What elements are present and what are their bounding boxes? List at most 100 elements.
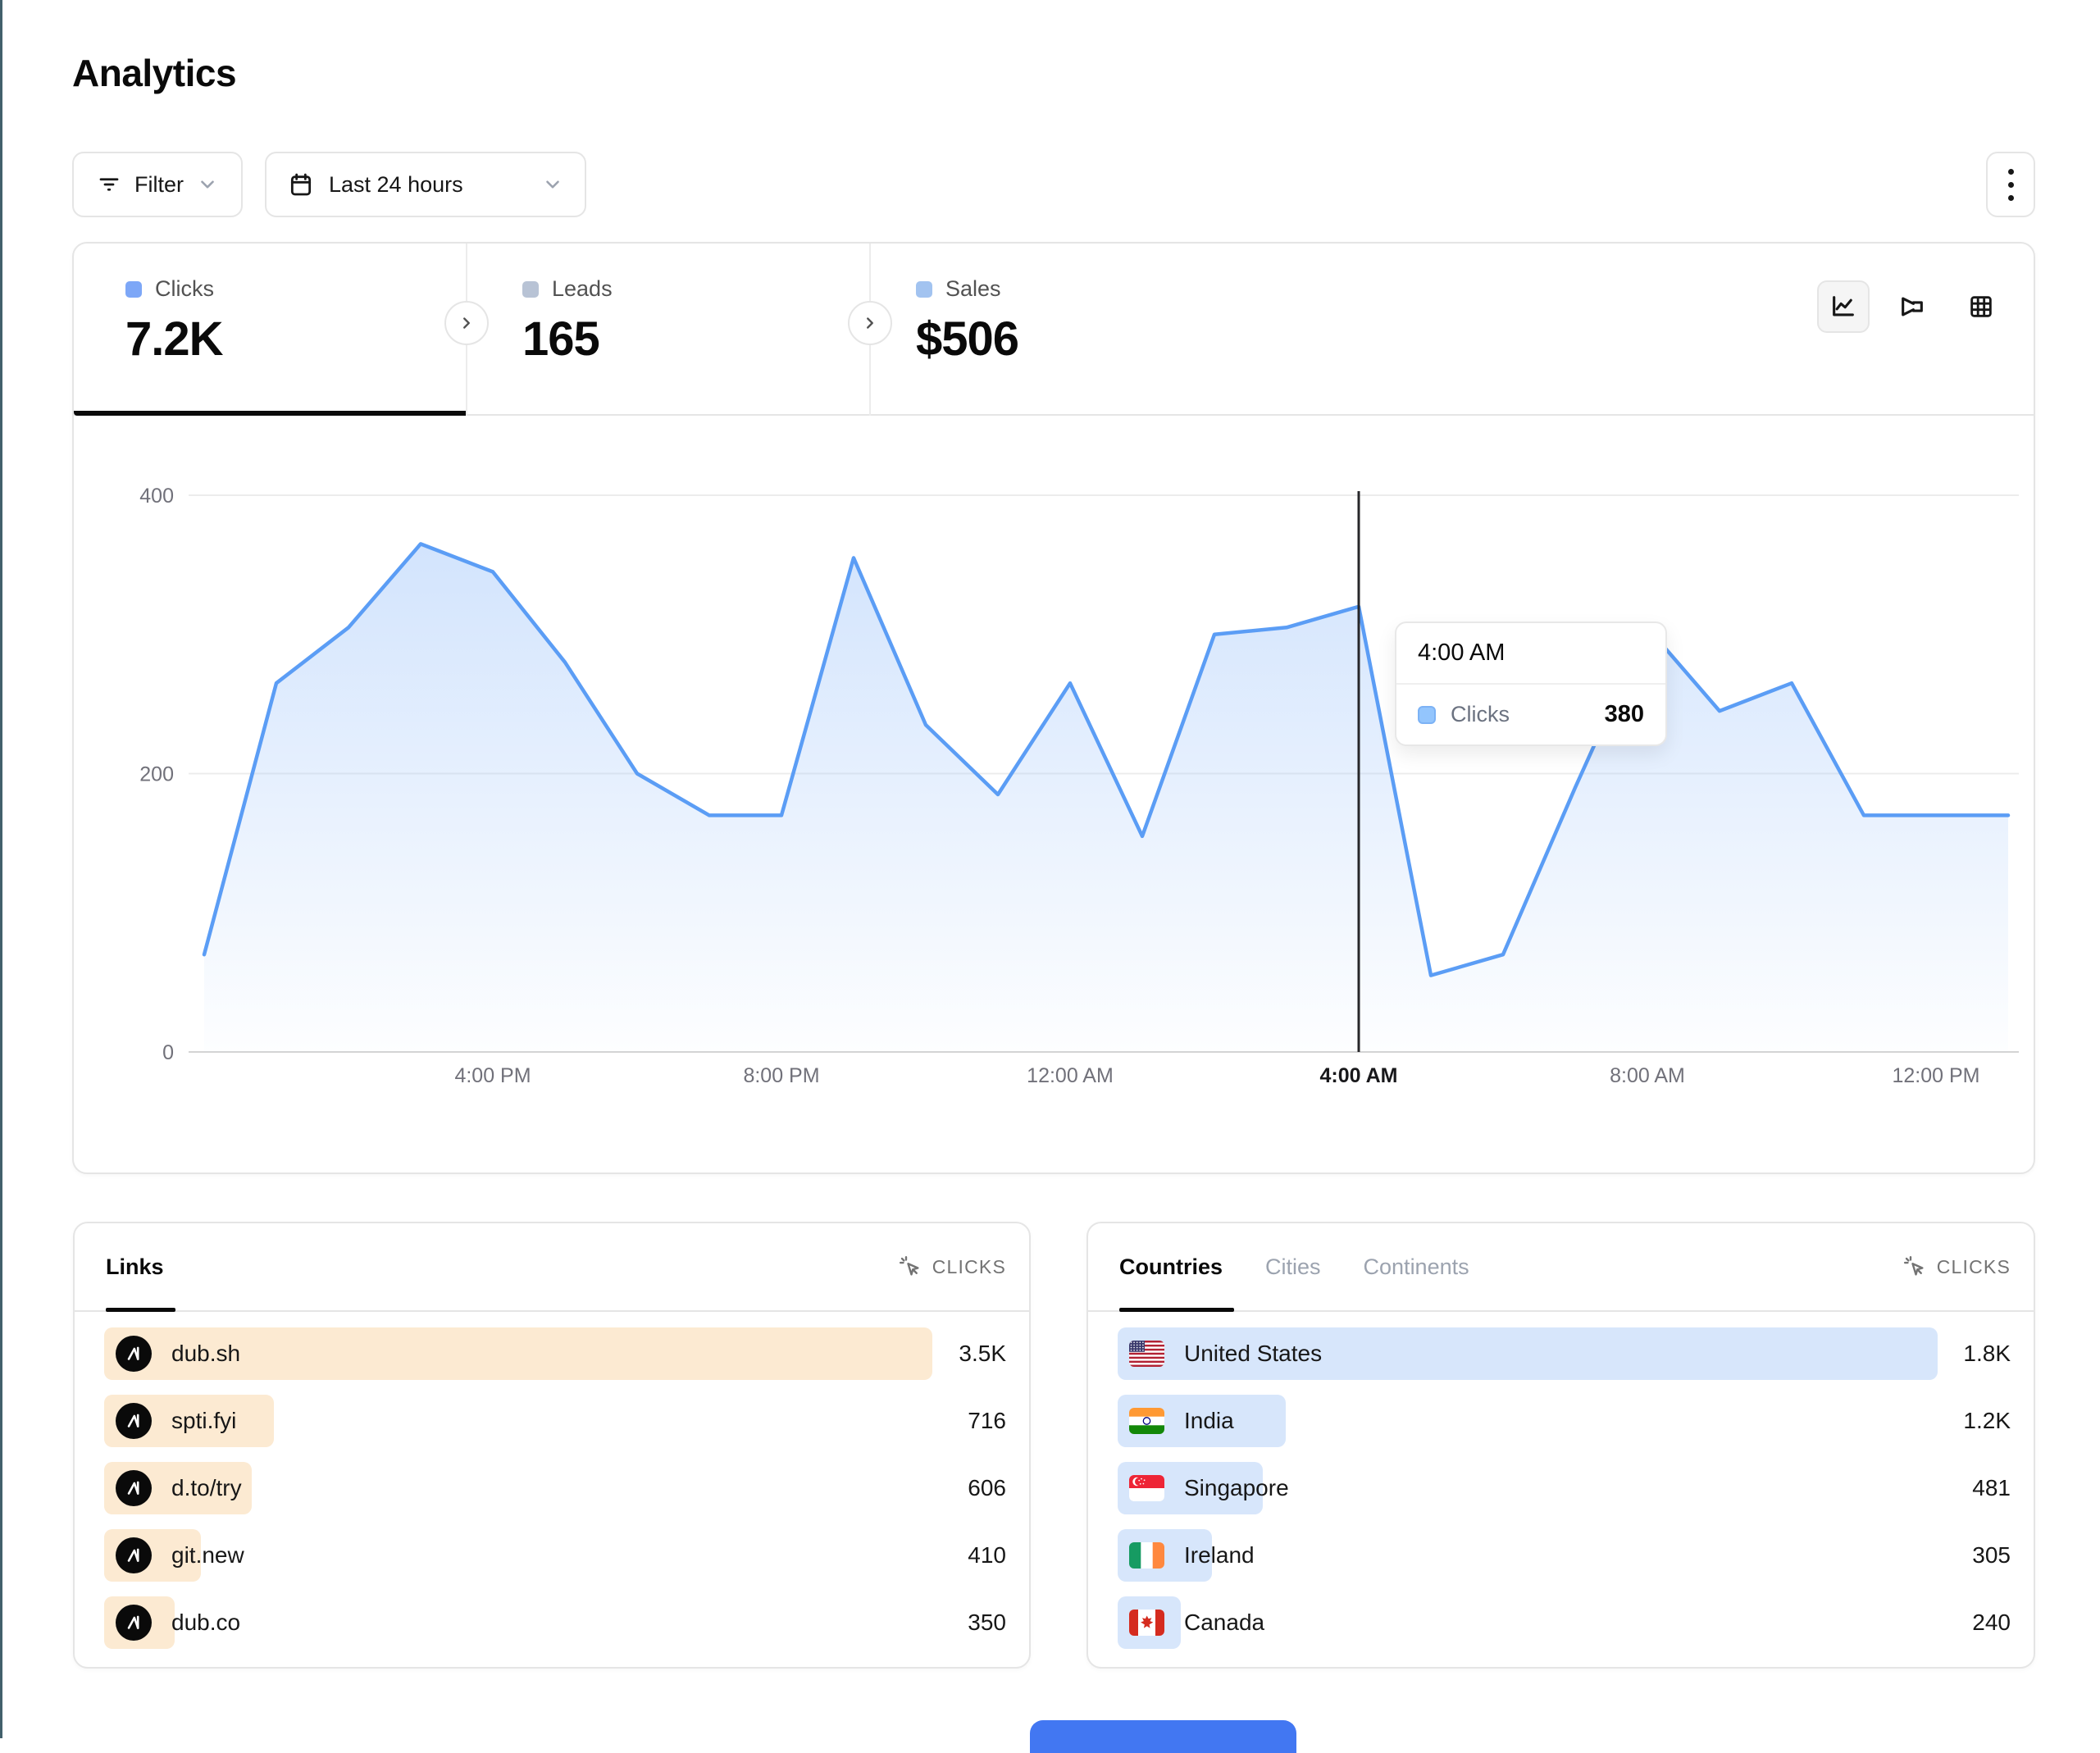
row-label: dub.co bbox=[171, 1610, 240, 1636]
row-value: 410 bbox=[968, 1529, 1006, 1582]
chart-style-switcher bbox=[1817, 280, 2007, 333]
page-title: Analytics bbox=[72, 51, 236, 95]
expand-leads-button[interactable] bbox=[444, 301, 489, 345]
x-axis-tick: 8:00 PM bbox=[743, 1064, 819, 1087]
row-value: 1.8K bbox=[1963, 1327, 2011, 1380]
kebab-dot bbox=[2008, 182, 2014, 188]
chevron-right-icon bbox=[861, 314, 879, 332]
dub-logo-icon bbox=[116, 1605, 152, 1641]
chevron-right-icon bbox=[458, 314, 476, 332]
list-item[interactable]: United States1.8K bbox=[1088, 1327, 2034, 1380]
tab-continents[interactable]: Continents bbox=[1364, 1223, 1469, 1310]
date-range-button[interactable]: Last 24 hours bbox=[265, 152, 586, 217]
row-label: spti.fyi bbox=[171, 1408, 236, 1434]
row-value: 1.2K bbox=[1963, 1395, 2011, 1447]
row-value: 481 bbox=[1972, 1462, 2011, 1514]
us-flag-icon bbox=[1129, 1341, 1164, 1367]
calendar-icon bbox=[288, 171, 314, 198]
sales-metric-value: $506 bbox=[916, 312, 1018, 367]
links-metric-selector[interactable]: CLICKS bbox=[898, 1254, 1006, 1279]
list-item[interactable]: Singapore481 bbox=[1088, 1462, 2034, 1514]
sg-flag-icon bbox=[1129, 1475, 1164, 1501]
tooltip-time: 4:00 AM bbox=[1396, 623, 1665, 683]
row-value: 3.5K bbox=[959, 1327, 1006, 1380]
tab-leads-metric[interactable]: Leads 165 bbox=[522, 276, 613, 367]
dub-logo-icon bbox=[116, 1403, 152, 1439]
list-item[interactable]: dub.sh 3.5K bbox=[75, 1327, 1029, 1380]
chart-tooltip: 4:00 AM Clicks 380 bbox=[1395, 622, 1667, 746]
x-axis-tick: 4:00 AM bbox=[1320, 1064, 1398, 1087]
area-fill bbox=[204, 544, 2008, 1052]
date-range-label: Last 24 hours bbox=[329, 172, 463, 198]
clicks-area-chart[interactable]: 02004004:00 PM8:00 PM12:00 AM4:00 AM8:00… bbox=[74, 416, 2034, 1174]
row-value: 716 bbox=[968, 1395, 1006, 1447]
row-value: 305 bbox=[1972, 1529, 2011, 1582]
links-rows: dub.sh 3.5K spti.fyi 716 d.to/try 606 git.new4… bbox=[75, 1314, 1029, 1649]
x-axis-tick: 12:00 AM bbox=[1027, 1064, 1114, 1087]
list-item[interactable]: d.to/try 606 bbox=[75, 1462, 1029, 1514]
y-axis-tick: 200 bbox=[139, 763, 174, 786]
funnel-view-button[interactable] bbox=[1886, 280, 1938, 333]
cursor-rays-icon bbox=[898, 1254, 922, 1279]
x-axis-tick: 12:00 PM bbox=[1892, 1064, 1979, 1087]
links-metric-label: CLICKS bbox=[932, 1256, 1006, 1278]
tab-sales-metric[interactable]: Sales $506 bbox=[916, 276, 1018, 367]
funnel-chart-icon bbox=[1898, 293, 1926, 321]
tooltip-series-label: Clicks bbox=[1451, 702, 1590, 727]
countries-metric-label: CLICKS bbox=[1937, 1256, 2011, 1278]
dub-logo-icon bbox=[116, 1470, 152, 1506]
stats-row: Clicks 7.2K Leads 165 bbox=[74, 244, 2034, 416]
list-item[interactable]: Ireland 305 bbox=[1088, 1529, 2034, 1582]
tab-cities[interactable]: Cities bbox=[1265, 1223, 1321, 1310]
clicks-metric-label: Clicks bbox=[155, 276, 214, 302]
row-value: 606 bbox=[968, 1462, 1006, 1514]
y-axis-tick: 0 bbox=[162, 1041, 174, 1064]
grid-icon bbox=[1967, 293, 1995, 321]
tooltip-value: 380 bbox=[1605, 701, 1644, 728]
x-axis-tick: 4:00 PM bbox=[454, 1064, 531, 1087]
line-chart-icon bbox=[1829, 293, 1857, 321]
tooltip-series-square bbox=[1418, 706, 1436, 724]
leads-indicator-square bbox=[522, 281, 539, 298]
bottom-partial-banner[interactable] bbox=[1030, 1720, 1296, 1753]
filter-button-label: Filter bbox=[134, 172, 184, 198]
in-flag-icon bbox=[1129, 1408, 1164, 1434]
ie-flag-icon bbox=[1129, 1542, 1164, 1569]
list-item[interactable]: spti.fyi 716 bbox=[75, 1395, 1029, 1447]
row-label: Canada bbox=[1184, 1610, 1264, 1636]
leads-metric-value: 165 bbox=[522, 312, 613, 367]
chart-canvas[interactable]: 02004004:00 PM8:00 PM12:00 AM4:00 AM8:00… bbox=[74, 416, 2034, 1137]
more-options-button[interactable] bbox=[1986, 152, 2035, 217]
line-chart-view-button[interactable] bbox=[1817, 280, 1870, 333]
countries-panel: Countries Cities Continents CLICKS United … bbox=[1086, 1222, 2035, 1669]
row-label: d.to/try bbox=[171, 1475, 242, 1501]
list-item[interactable]: India 1.2K bbox=[1088, 1395, 2034, 1447]
countries-rows: United States1.8K India 1.2K Singapore481 Ir… bbox=[1088, 1314, 2034, 1649]
filter-button[interactable]: Filter bbox=[72, 152, 243, 217]
tab-countries[interactable]: Countries bbox=[1119, 1223, 1223, 1310]
chevron-down-icon bbox=[542, 174, 563, 195]
row-label: India bbox=[1184, 1408, 1234, 1434]
leads-metric-label: Leads bbox=[552, 276, 613, 302]
expand-sales-button[interactable] bbox=[848, 301, 892, 345]
tab-clicks-metric[interactable]: Clicks 7.2K bbox=[125, 276, 223, 367]
list-item[interactable]: Canada 240 bbox=[1088, 1596, 2034, 1649]
row-value: 240 bbox=[1972, 1596, 2011, 1649]
list-item[interactable]: git.new410 bbox=[75, 1529, 1029, 1582]
list-item[interactable]: dub.co350 bbox=[75, 1596, 1029, 1649]
row-label: Ireland bbox=[1184, 1542, 1255, 1569]
x-axis-tick: 8:00 AM bbox=[1610, 1064, 1685, 1087]
clicks-indicator-square bbox=[125, 281, 142, 298]
sales-indicator-square bbox=[916, 281, 932, 298]
links-panel: Links CLICKS dub.sh 3.5K spti.fyi 716 d.to/t… bbox=[73, 1222, 1031, 1669]
kebab-dot bbox=[2008, 195, 2014, 201]
sales-metric-label: Sales bbox=[945, 276, 1001, 302]
analytics-page: Analytics Filter Last 24 hours bbox=[0, 0, 2100, 1738]
tab-links[interactable]: Links bbox=[106, 1223, 164, 1310]
kebab-dot bbox=[2008, 169, 2014, 175]
countries-metric-selector[interactable]: CLICKS bbox=[1902, 1254, 2011, 1279]
table-view-button[interactable] bbox=[1955, 280, 2007, 333]
chevron-down-icon bbox=[197, 174, 218, 195]
row-label: dub.sh bbox=[171, 1341, 240, 1367]
dub-logo-icon bbox=[116, 1336, 152, 1372]
